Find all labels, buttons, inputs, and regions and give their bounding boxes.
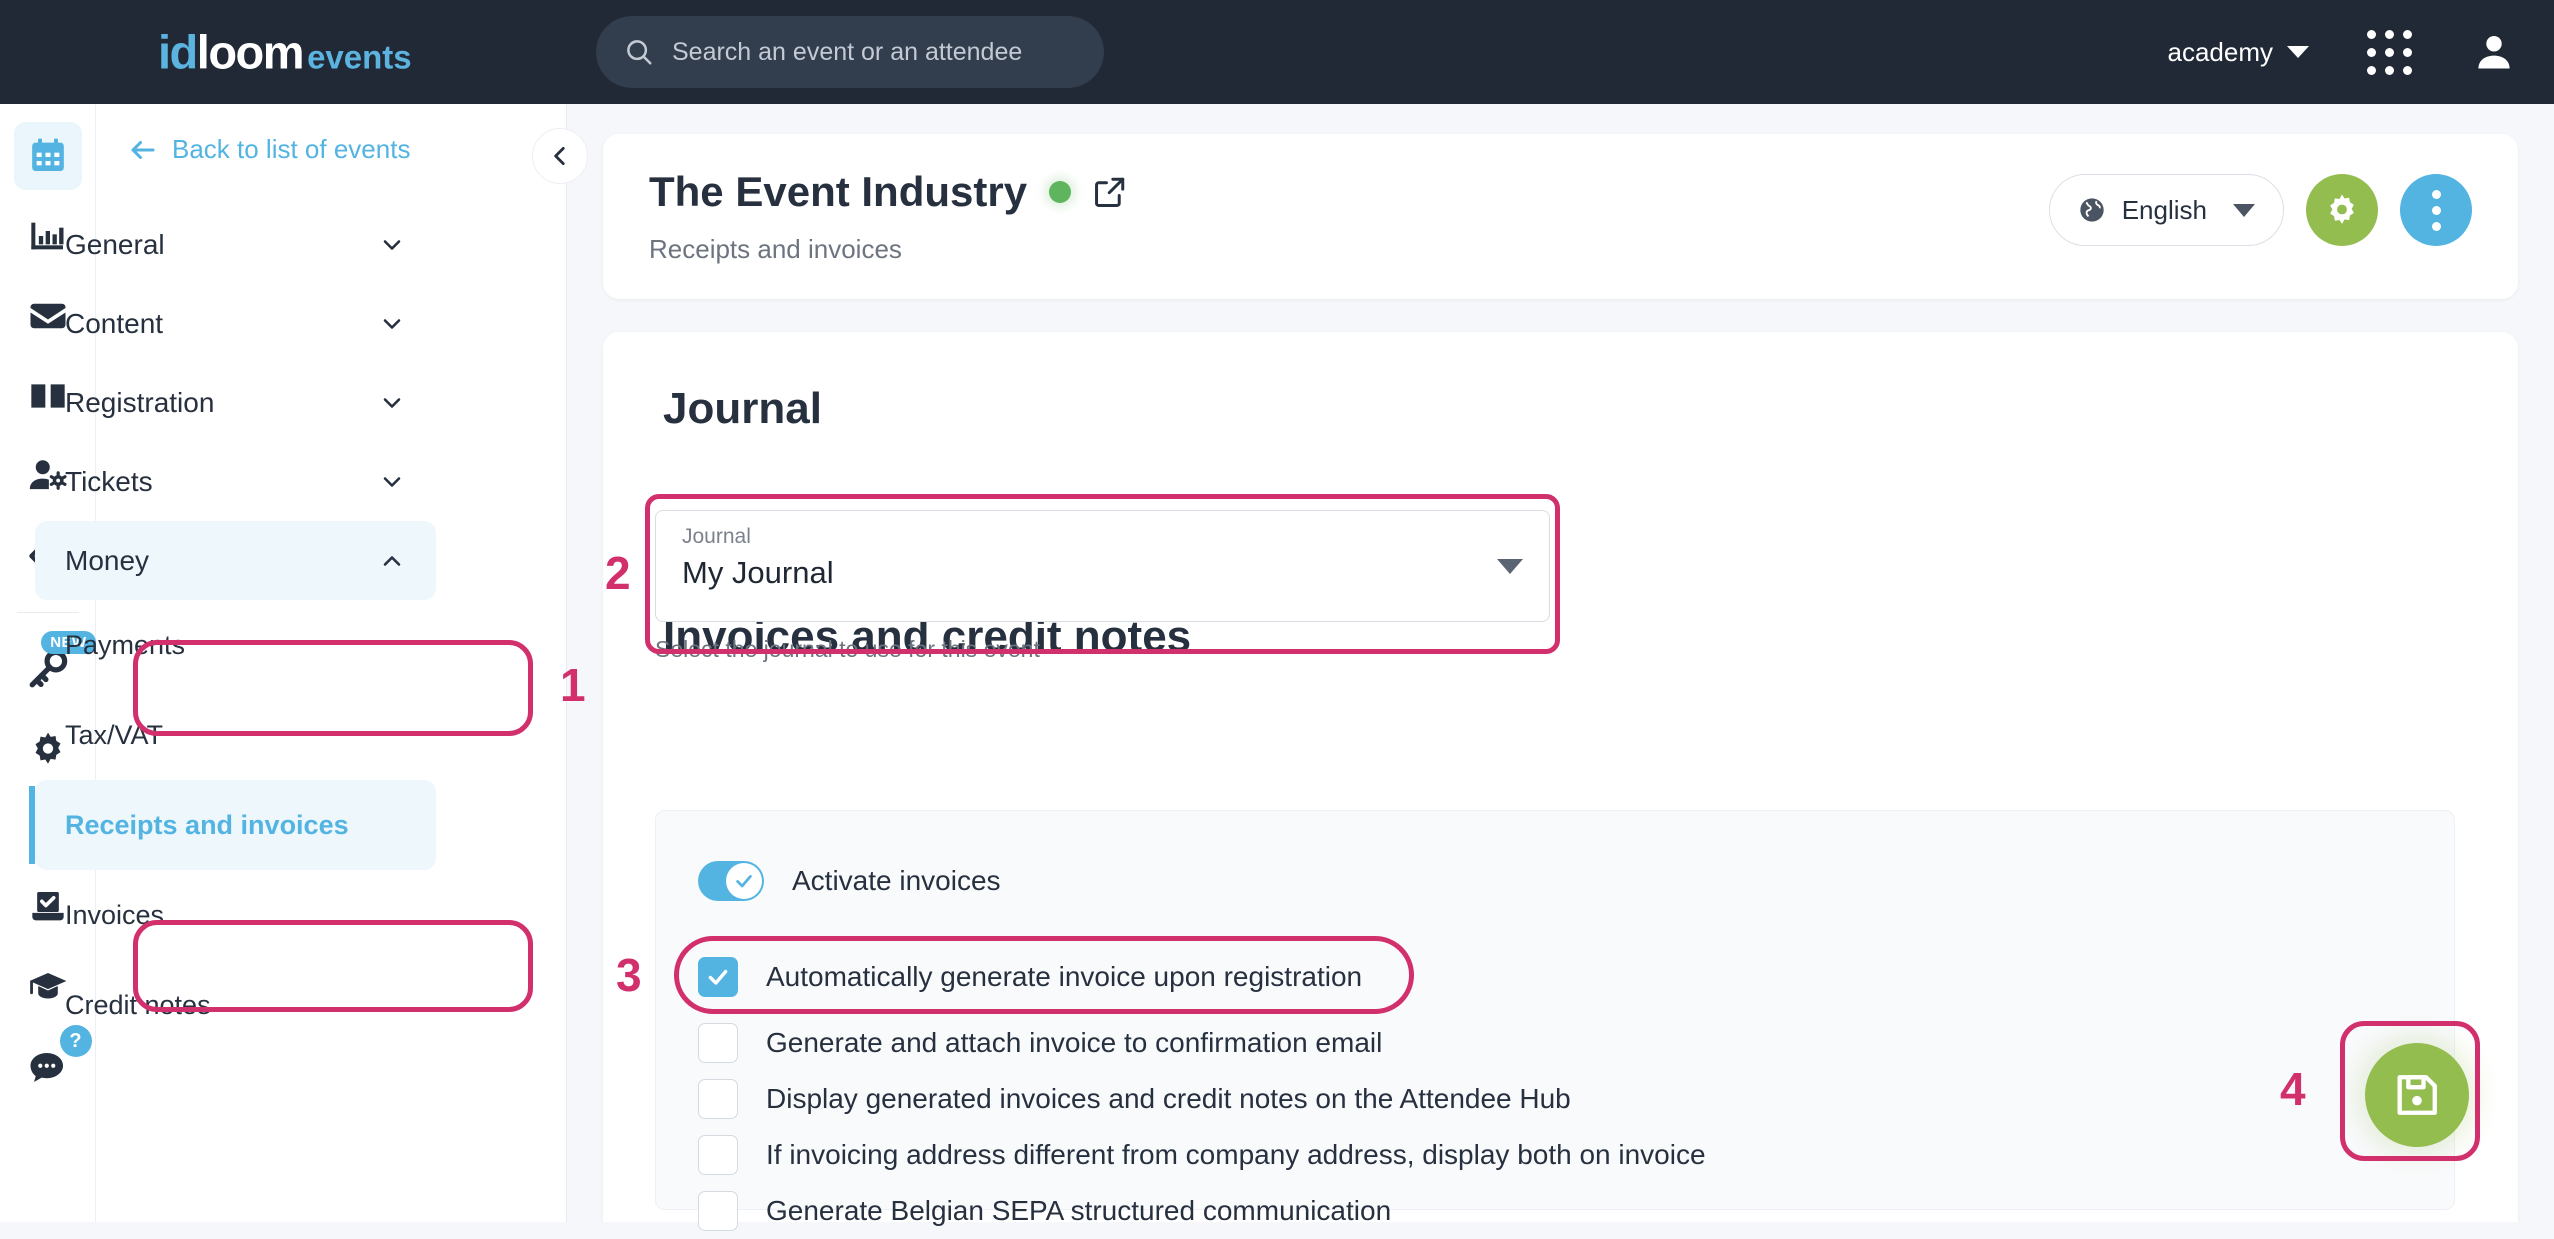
nav-label: Receipts and invoices [65, 810, 349, 841]
step-number-3: 3 [616, 948, 642, 1002]
checkbox-label: Automatically generate invoice upon regi… [766, 961, 1362, 993]
event-header-actions: English [2049, 174, 2472, 246]
chevron-down-icon [378, 389, 406, 417]
sidebar-item-registration[interactable]: Registration [35, 363, 436, 442]
user-avatar-icon[interactable] [2472, 30, 2516, 74]
activate-invoices-label: Activate invoices [792, 865, 1001, 897]
attach-invoice-email-checkbox[interactable] [698, 1023, 738, 1063]
toggle-knob [726, 863, 762, 899]
display-both-addresses-checkbox[interactable] [698, 1135, 738, 1175]
chevron-down-icon [378, 310, 406, 338]
sidebar-item-calendar[interactable] [14, 122, 82, 190]
event-more-menu-button[interactable] [2400, 174, 2472, 246]
sidebar-item-tickets[interactable]: Tickets [35, 442, 436, 521]
chevron-down-icon [1497, 559, 1523, 574]
chevron-down-icon [378, 231, 406, 259]
checkbox-label: Generate and attach invoice to confirmat… [766, 1027, 1382, 1059]
top-bar-right: academy [2168, 0, 2517, 104]
sidebar-item-tax-vat[interactable]: Tax/VAT [35, 690, 436, 780]
activate-invoices-row: Activate invoices [698, 845, 2412, 917]
back-link-label: Back to list of events [172, 134, 410, 165]
chevron-up-icon [378, 547, 406, 575]
language-selector[interactable]: English [2049, 174, 2284, 246]
nav-group-list: General Content Registration Tickets Mon… [0, 205, 471, 1050]
save-floppy-icon [2391, 1069, 2443, 1121]
checkbox-label: Display generated invoices and credit no… [766, 1083, 1571, 1115]
checkbox-row-auto-generate: Automatically generate invoice upon regi… [698, 939, 2412, 1015]
chevron-down-icon [2233, 204, 2255, 217]
logo-part-loom: loom [197, 26, 303, 79]
nav-label: Tickets [65, 466, 153, 498]
nav-label: Registration [65, 387, 214, 419]
journal-field-label: Journal [682, 525, 1523, 549]
chevron-left-icon [547, 143, 573, 169]
checkbox-row-attach-email: Generate and attach invoice to confirmat… [698, 1015, 2412, 1071]
check-icon [705, 964, 731, 990]
save-button[interactable] [2365, 1043, 2469, 1147]
invoice-options-panel: Activate invoices Automatically generate… [655, 810, 2455, 1210]
nav-label: General [65, 229, 165, 261]
journal-field-value: My Journal [682, 555, 1523, 591]
arrow-left-icon [128, 135, 158, 165]
journal-heading: Journal [663, 384, 2458, 434]
more-vertical-icon [2432, 190, 2441, 231]
language-label: English [2122, 195, 2207, 226]
search-placeholder: Search an event or an attendee [672, 38, 1022, 67]
step-number-4: 4 [2280, 1062, 2306, 1116]
back-to-events-link[interactable]: Back to list of events [128, 134, 410, 165]
sidebar-item-content[interactable]: Content [35, 284, 436, 363]
logo-part-id: id [158, 26, 197, 79]
external-link-icon[interactable] [1093, 175, 1127, 209]
chevron-down-icon [378, 468, 406, 496]
search-icon [624, 37, 654, 67]
account-name[interactable]: academy [2168, 37, 2274, 68]
checkbox-row-sepa: Generate Belgian SEPA structured communi… [698, 1183, 2412, 1239]
gear-icon [2323, 191, 2361, 229]
nav-label: Tax/VAT [65, 720, 163, 751]
belgian-sepa-checkbox[interactable] [698, 1191, 738, 1231]
sidebar-item-payments[interactable]: Payments [35, 600, 436, 690]
status-online-dot [1049, 181, 1071, 203]
collapse-sidebar-button[interactable] [532, 128, 588, 184]
step-number-2: 2 [605, 546, 631, 600]
sidebar-item-general[interactable]: General [35, 205, 436, 284]
checkbox-row-invoicing-address: If invoicing address different from comp… [698, 1127, 2412, 1183]
checkbox-label: Generate Belgian SEPA structured communi… [766, 1195, 1391, 1227]
global-search[interactable]: Search an event or an attendee [596, 16, 1104, 88]
checkbox-row-attendee-hub: Display generated invoices and credit no… [698, 1071, 2412, 1127]
nav-label: Invoices [65, 900, 164, 931]
sidebar-item-money[interactable]: Money [35, 521, 436, 600]
nav-label: Money [65, 545, 149, 577]
auto-generate-invoice-checkbox[interactable] [698, 957, 738, 997]
nav-label: Payments [65, 630, 185, 661]
globe-icon [2078, 196, 2106, 224]
calendar-icon [28, 136, 68, 176]
chevron-down-icon[interactable] [2287, 46, 2309, 58]
logo-part-events: events [307, 39, 412, 76]
activate-invoices-toggle[interactable] [698, 861, 764, 901]
chat-help-icon [27, 1046, 69, 1088]
step-number-1: 1 [560, 658, 586, 712]
nav-label: Credit notes [65, 990, 211, 1021]
page-title: The Event Industry [649, 168, 1027, 216]
app-logo[interactable]: idloomevents [158, 25, 412, 80]
display-on-attendee-hub-checkbox[interactable] [698, 1079, 738, 1119]
sidebar-item-credit-notes[interactable]: Credit notes [35, 960, 436, 1050]
event-header-card: The Event Industry Receipts and invoices… [603, 134, 2518, 299]
event-settings-button[interactable] [2306, 174, 2378, 246]
journal-select[interactable]: Journal My Journal [655, 510, 1550, 622]
nav-label: Content [65, 308, 163, 340]
apps-grid-icon[interactable] [2367, 30, 2412, 75]
sidebar-item-invoices[interactable]: Invoices [35, 870, 436, 960]
checkbox-label: If invoicing address different from comp… [766, 1139, 1706, 1171]
journal-field-hint: Select the journal to use for this event [655, 636, 1550, 663]
sidebar-item-receipts-and-invoices[interactable]: Receipts and invoices [35, 780, 436, 870]
check-icon [733, 870, 755, 892]
journal-field-wrap: Journal My Journal Select the journal to… [655, 510, 1550, 663]
top-bar: idloomevents Search an event or an atten… [0, 0, 2554, 104]
